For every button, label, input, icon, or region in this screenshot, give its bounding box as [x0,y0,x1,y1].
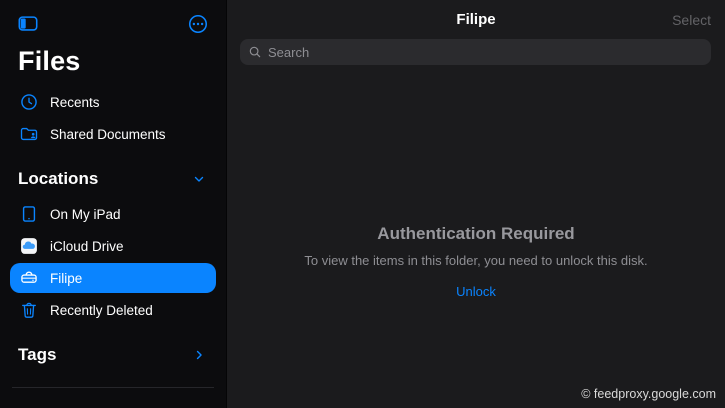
section-header-tags: Tags [10,343,216,367]
collapse-section-button[interactable] [190,170,208,188]
icloud-icon [18,235,40,257]
sidebar: Files Recents Shared Documents Locations… [0,0,227,408]
sidebar-toggle-icon [17,13,39,35]
search-input[interactable] [268,44,703,60]
chevron-down-icon [192,172,206,186]
sidebar-item-label: Recently Deleted [50,302,153,318]
content-header: Filipe Select [227,0,725,32]
sidebar-item-recently-deleted[interactable]: Recently Deleted [10,295,216,325]
auth-required-message: To view the items in this folder, you ne… [304,253,648,268]
sidebar-item-icloud-drive[interactable]: iCloud Drive [10,231,216,261]
trash-icon [18,299,40,321]
toggle-sidebar-button[interactable] [16,12,40,36]
sidebar-item-label: iCloud Drive [50,238,124,254]
folder-title: Filipe [456,11,496,28]
sidebar-item-shared-documents[interactable]: Shared Documents [10,119,216,149]
watermark: © feedproxy.google.com [581,387,716,401]
section-label: Locations [18,169,99,188]
unlock-link[interactable]: Unlock [456,284,496,299]
shared-folder-icon [18,123,40,145]
external-drive-icon [18,267,40,289]
more-options-button[interactable] [186,12,210,36]
auth-required-title: Authentication Required [377,224,575,243]
sidebar-toolbar [10,12,216,36]
sidebar-item-filipe[interactable]: Filipe [10,263,216,293]
sidebar-item-recents[interactable]: Recents [10,87,216,117]
files-app-window: Files Recents Shared Documents Locations… [0,0,725,408]
select-button[interactable]: Select [672,12,711,28]
search-bar[interactable] [240,39,711,65]
search-icon [248,45,262,59]
clock-icon [18,91,40,113]
sidebar-divider [12,387,214,388]
section-label: Tags [18,345,57,364]
sidebar-item-label: Filipe [50,270,83,286]
ipad-icon [18,203,40,225]
expand-section-button[interactable] [190,346,208,364]
chevron-right-icon [192,348,206,362]
sidebar-item-label: Recents [50,94,100,110]
content-pane: Filipe Select Authentication Required To… [227,0,725,408]
sidebar-item-label: Shared Documents [50,126,166,142]
sidebar-item-on-my-ipad[interactable]: On My iPad [10,199,216,229]
section-header-locations: Locations [10,167,216,191]
app-title: Files [18,46,81,76]
ellipsis-circle-icon [187,13,209,35]
sidebar-item-label: On My iPad [50,206,121,222]
auth-required-panel: Authentication Required To view the item… [227,224,725,301]
